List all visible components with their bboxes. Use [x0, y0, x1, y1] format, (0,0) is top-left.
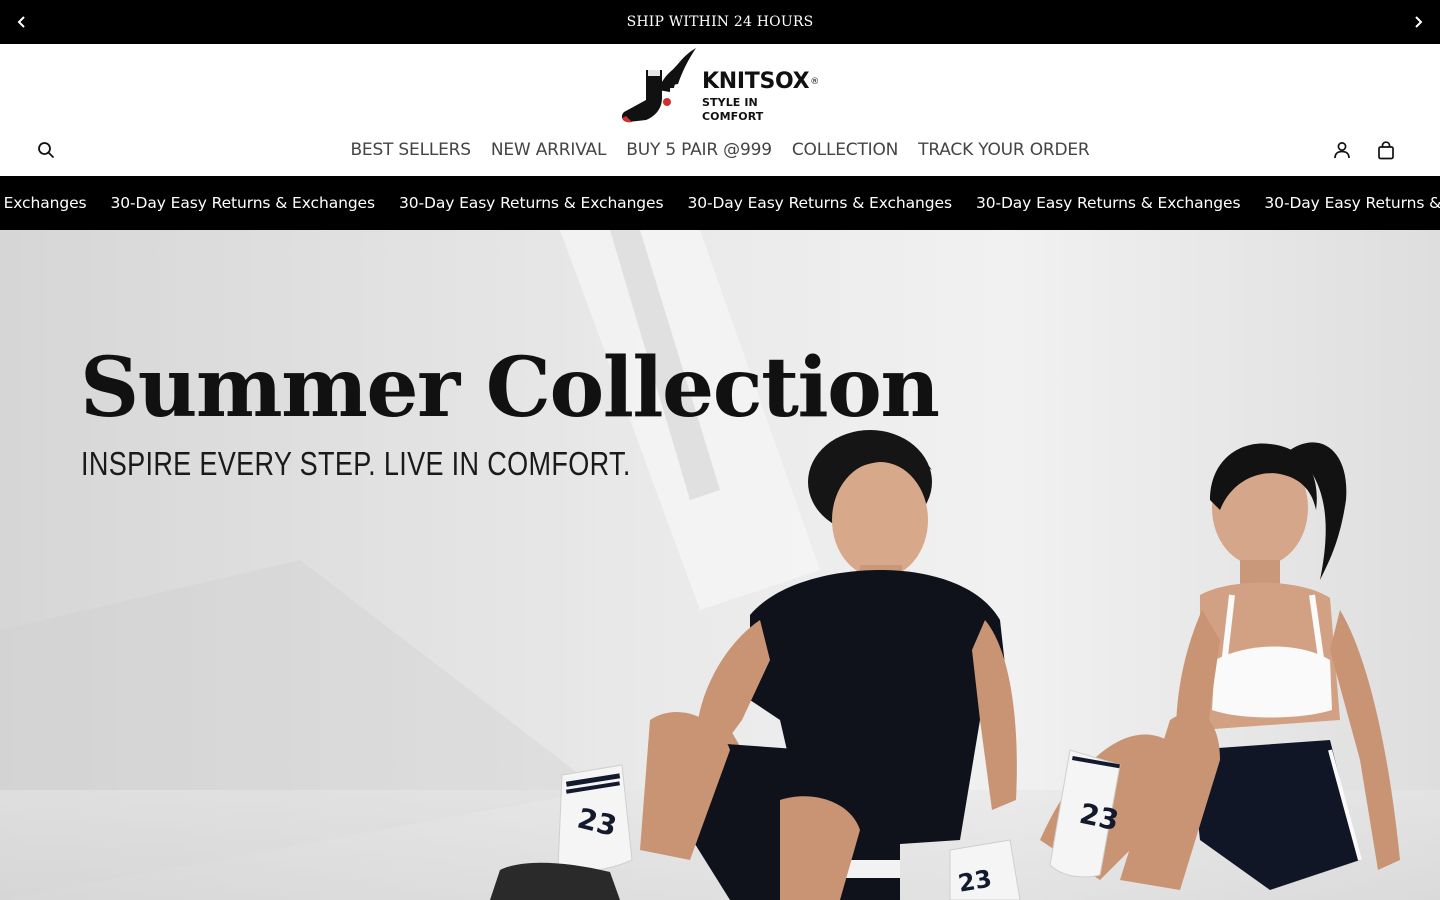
announcement-bar: SHIP WITHIN 24 HOURS	[0, 0, 1440, 44]
nav-new-arrival[interactable]: NEW ARRIVAL	[491, 140, 607, 160]
logo-brand: KNITSOX®	[702, 69, 819, 94]
marquee-item: 30-Day Easy Returns & Exchanges	[0, 194, 87, 212]
nav-collection[interactable]: COLLECTION	[792, 140, 899, 160]
sock-number-label: 23	[956, 864, 994, 897]
hero-models-image: 23 23 23	[490, 430, 1400, 900]
returns-marquee: 30-Day Easy Returns & Exchanges 30-Day E…	[0, 176, 1440, 230]
site-logo[interactable]: KNITSOX® STYLE IN COMFORT	[618, 46, 822, 124]
announcement-next-button[interactable]	[1408, 12, 1428, 32]
cart-button[interactable]	[1374, 138, 1398, 162]
marquee-item: 30-Day Easy Returns & Exchanges	[687, 194, 952, 212]
marquee-item: 30-Day Easy Returns & Exchanges	[1264, 194, 1440, 212]
shopping-bag-icon	[1378, 140, 1394, 159]
main-nav: BEST SELLERS NEW ARRIVAL BUY 5 PAIR @999…	[0, 128, 1440, 172]
announcement-prev-button[interactable]	[12, 12, 32, 32]
marquee-item: 30-Day Easy Returns & Exchanges	[398, 194, 664, 212]
chevron-right-icon	[1415, 16, 1423, 28]
marquee-item: 30-Day Easy Returns & Exchanges	[110, 194, 375, 212]
nav-best-sellers[interactable]: BEST SELLERS	[350, 140, 471, 160]
account-button[interactable]	[1330, 138, 1354, 162]
hero-banner[interactable]: Summer Collection INSPIRE EVERY STEP. LI…	[0, 230, 1440, 900]
site-header: KNITSOX® STYLE IN COMFORT BEST SELLERS N…	[0, 44, 1440, 176]
chevron-left-icon	[17, 16, 25, 28]
nav-track-order[interactable]: TRACK YOUR ORDER	[918, 140, 1090, 160]
user-icon	[1334, 142, 1350, 159]
marquee-track: 30-Day Easy Returns & Exchanges 30-Day E…	[0, 176, 1440, 230]
sock-wing-logo-icon	[621, 48, 696, 123]
marquee-item: 30-Day Easy Returns & Exchanges	[975, 194, 1241, 212]
announcement-message: SHIP WITHIN 24 HOURS	[626, 14, 814, 30]
logo-tagline: STYLE IN COMFORT	[702, 96, 764, 123]
nav-buy-5-pair[interactable]: BUY 5 PAIR @999	[626, 140, 772, 160]
logo-wordmark: KNITSOX® STYLE IN COMFORT	[702, 70, 822, 124]
